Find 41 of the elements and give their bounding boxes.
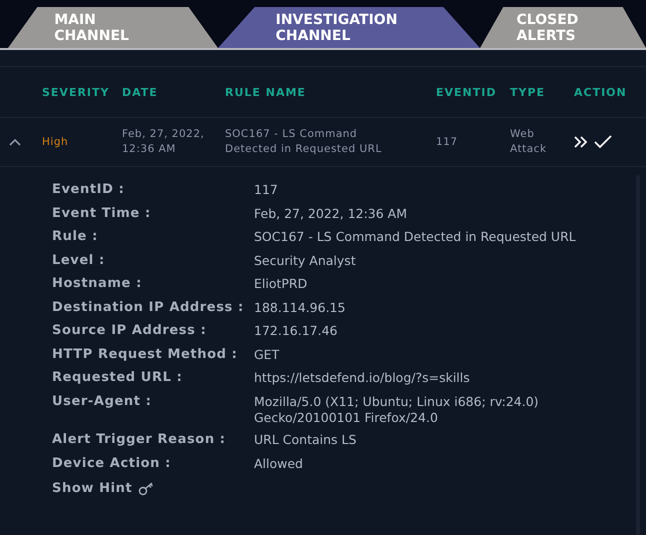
detail-value: 172.16.17.46 <box>254 322 338 340</box>
double-chevron-icon[interactable] <box>574 136 588 148</box>
detail-value: URL Contains LS <box>254 431 358 449</box>
detail-value: EliotPRD <box>254 275 308 293</box>
show-hint-button[interactable]: Show Hint <box>52 480 154 498</box>
detail-value: Mozilla/5.0 (X11; Ubuntu; Linux i686; rv:24.0) Gecko/20100101 Firefox/24.0 <box>254 392 540 426</box>
detail-label: Alert Trigger Reason : <box>52 431 227 449</box>
key-icon <box>138 482 154 496</box>
detail-label: Level : <box>52 252 106 270</box>
column-header: EVENTID <box>436 86 498 98</box>
detail-label: Device Action : <box>52 454 172 472</box>
column-header: DATE <box>122 86 159 98</box>
detail-label: Destination IP Address : <box>52 298 245 316</box>
column-header: RULE NAME <box>225 86 307 98</box>
detail-label: Event Time : <box>52 204 152 222</box>
detail-value: https://letsdefend.io/blog/?s=skills <box>254 369 471 387</box>
detail-label: Hostname : <box>52 275 143 293</box>
detail-value: 188.114.96.15 <box>254 298 346 316</box>
collapse-chevron-icon[interactable] <box>8 137 22 147</box>
type-cell-text: Web Attack <box>510 127 548 157</box>
column-header: ACTION <box>574 86 628 98</box>
date-cell-text: Feb, 27, 2022, 12:36 AM <box>122 127 206 157</box>
rule-name-cell-text: SOC167 - LS Command Detected in Requested URL <box>225 127 383 157</box>
detail-value: GET <box>254 346 280 364</box>
column-header: SEVERITY <box>42 86 110 98</box>
checkmark-icon[interactable] <box>594 135 612 149</box>
detail-label: EventID : <box>52 181 126 199</box>
detail-label: HTTP Request Method : <box>52 346 238 364</box>
detail-label: Source IP Address : <box>52 322 208 340</box>
severity-cell-text: High <box>42 134 70 150</box>
detail-value: SOC167 - LS Command Detected in Requested URL <box>254 228 577 246</box>
detail-value: 117 <box>254 181 279 199</box>
detail-label: User-Agent : <box>52 392 152 410</box>
detail-label: Rule : <box>52 228 99 246</box>
detail-value: Allowed <box>254 454 304 472</box>
detail-value: Security Analyst <box>254 252 357 270</box>
detail-value: Feb, 27, 2022, 12:36 AM <box>254 204 408 222</box>
channel-tab[interactable]: INVESTIGATION CHANNEL <box>218 7 480 48</box>
column-header: TYPE <box>510 86 546 98</box>
eventid-cell-text: 117 <box>436 134 459 150</box>
detail-label: Requested URL : <box>52 369 184 387</box>
